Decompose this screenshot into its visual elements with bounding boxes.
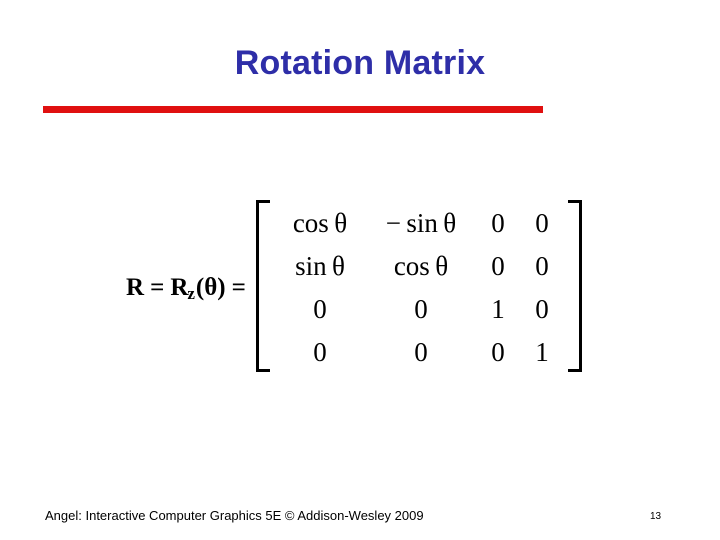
matrix-cell-r1c1: cos θ	[393, 251, 449, 281]
matrix-label-equals-2: =	[231, 273, 246, 301]
page-title: Rotation Matrix	[234, 44, 486, 82]
matrix-label: R = Rz (θ) =	[126, 195, 246, 380]
matrix-right-bracket	[568, 200, 582, 372]
matrix-cell-r1c3: 0	[535, 251, 549, 281]
right-bracket-stem	[579, 200, 582, 372]
title-divider-rule	[43, 106, 543, 113]
matrix-cell-r3c0: 0	[313, 337, 327, 367]
matrix-cell-r1c2: 0	[491, 251, 505, 281]
matrix-cell-r2c0: 0	[313, 294, 327, 324]
equation-block: R = Rz (θ) = cos θ − sin θ 0 0 sin θ cos …	[0, 195, 720, 380]
matrix-cell-r0c3: 0	[535, 208, 549, 238]
matrix-cell-r3c1: 0	[414, 337, 428, 367]
matrix-cell-r0c2: 0	[491, 208, 505, 238]
page-number: 13	[650, 511, 662, 522]
matrix-cell-r2c3: 0	[535, 294, 549, 324]
slide-canvas: Rotation Matrix R = Rz (θ) = cos θ − sin …	[0, 0, 720, 540]
matrix-cells: cos θ − sin θ 0 0 sin θ cos θ 0 0 0 0 1 …	[270, 200, 568, 372]
footer-attribution: Angel: Interactive Computer Graphics 5E …	[45, 508, 424, 523]
matrix-cell-r3c3: 1	[535, 337, 549, 367]
matrix-cell-r1c0: sin θ	[295, 251, 345, 281]
matrix-label-equals-1: =	[150, 273, 165, 301]
matrix-cell-r0c0: cos θ	[292, 208, 348, 238]
left-bracket-stem	[256, 200, 259, 372]
matrix-left-bracket	[256, 200, 270, 372]
matrix-label-r: R	[126, 273, 145, 301]
matrix-cell-r3c2: 0	[491, 337, 505, 367]
matrix-label-subscript: z	[187, 283, 195, 303]
matrix-cell-r2c1: 0	[414, 294, 428, 324]
matrix-label-argument: (θ)	[195, 273, 226, 301]
matrix-label-r2: R	[170, 273, 189, 301]
matrix-cell-r0c1: − sin θ	[385, 208, 457, 238]
matrix-cell-r2c2: 1	[491, 294, 505, 324]
rotation-matrix: cos θ − sin θ 0 0 sin θ cos θ 0 0 0 0 1 …	[256, 200, 582, 372]
